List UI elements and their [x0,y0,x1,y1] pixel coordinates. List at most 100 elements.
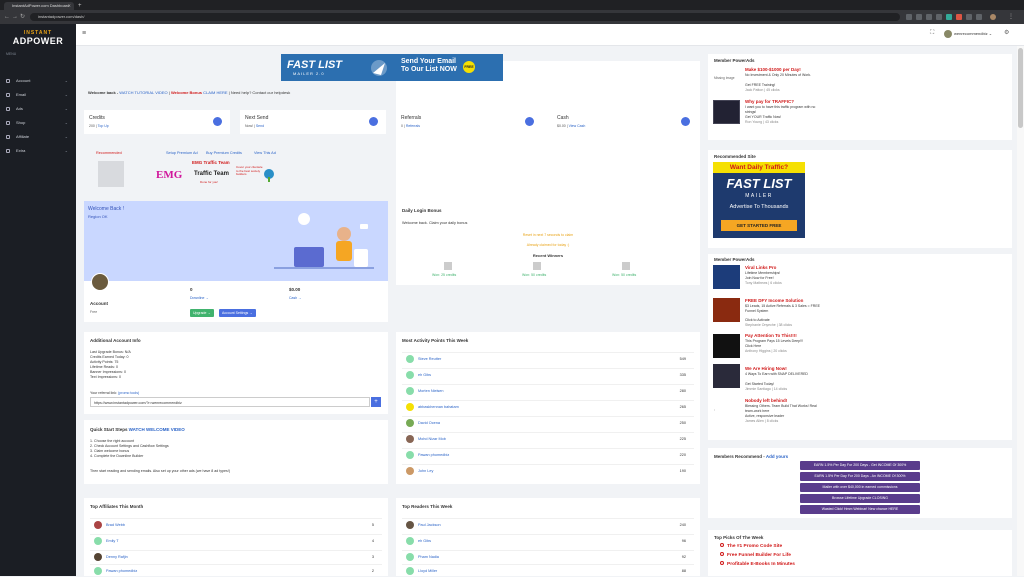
buy-premium-credits-link[interactable]: Buy Premium Credits [206,151,242,155]
extension-icon[interactable] [966,14,972,20]
powerad-image[interactable] [713,334,740,358]
promo-tools-link[interactable]: (promo tools) [118,391,139,395]
new-tab-icon[interactable]: + [78,2,82,10]
view-this-ad-link[interactable]: View This Ad [254,151,276,155]
sidebar-item-email[interactable]: Email ⌄ [0,89,76,101]
emg-ad-image[interactable]: EMG Traffic Team EMG Traffic Team Done f… [156,160,276,192]
helpdesk-link[interactable]: Need help? Contact our helpdesk [231,90,290,95]
profile-avatar[interactable] [91,273,109,291]
copy-link-button[interactable]: + [371,397,381,407]
member-name[interactable]: John Ley [418,465,433,477]
powerad-headline[interactable]: Nobody left behind! [745,398,787,403]
member-name[interactable]: eh Gibs [418,535,431,547]
member-name[interactable]: Pawan phomedbiz [106,565,137,577]
top-up-link[interactable]: Top Up [98,124,109,128]
close-tab-icon[interactable]: ✕ [68,2,71,10]
member-name[interactable]: eh Gibs [418,369,431,381]
profile-avatar-icon[interactable] [990,14,996,20]
member-name[interactable]: Pham Nadia [418,551,439,563]
send-link[interactable]: Send [256,124,264,128]
fullscreen-icon[interactable]: ⛶ [930,30,934,37]
top-pick-item[interactable]: Free Funnel Builder For Life [720,552,791,558]
member-name[interactable]: Pawan phomedbiz [418,449,449,461]
recommend-button[interactable]: EARN 1.5% Per Day For 200 Days - An INCO… [800,472,920,481]
extension-icon[interactable] [956,14,962,20]
member-name[interactable]: Brad Webb [106,519,125,531]
powerad-image[interactable] [713,298,740,322]
sidebar-item-label: Extra [16,148,26,153]
recommend-button[interactable]: Mailer with over $40,000 in earned commi… [800,483,920,492]
powerad-image[interactable] [713,100,740,124]
setup-premium-ad-link[interactable]: Setup Premium Ad [166,151,198,155]
sidebar-item-affiliate[interactable]: Affiliate ⌄ [0,131,76,143]
member-name[interactable]: Mohd Nizar Mob [418,433,446,445]
member-name[interactable]: Emily T [106,535,119,547]
downline-link[interactable]: Downline → [190,296,209,300]
extension-icon[interactable] [976,14,982,20]
view-cash-link[interactable]: View Cash [569,124,586,128]
extension-icon[interactable] [946,14,952,20]
member-name[interactable]: abbaskhennan bahatam [418,401,459,413]
tutorial-video-link[interactable]: WATCH TUTORIAL VIDEO [119,90,167,95]
member-name[interactable]: Morten Nielsen [418,385,444,397]
powerad-body: No Investment & Only 20 Minutes of Work. [745,73,812,77]
scrollbar[interactable] [1017,46,1024,576]
reload-icon[interactable]: ↻ [20,13,25,21]
powerad-headline[interactable]: Pay Attention To This!!!! [745,333,797,338]
recommend-button[interactable]: Wasted Click! Hmm Webinar! New chance HE… [800,505,920,514]
powerad-sub: Active, responsive leader [745,414,785,418]
more-menu-icon[interactable]: ⋮ [1008,13,1014,21]
address-bar[interactable]: instantadpower.com/dash/ [30,13,900,21]
settings-gear-icon[interactable]: ⚙ [1004,29,1009,36]
add-yours-link[interactable]: Add yours [766,454,788,459]
powerad-headline[interactable]: Make $100-$1000 per Day! [745,67,801,72]
chevron-down-icon: ⌄ [64,120,68,125]
sidebar-item-shop[interactable]: Shop ⌄ [0,117,76,129]
powerad-headline[interactable]: We Are Hiring Now! [745,366,787,371]
member-name[interactable]: Paul Jackson [418,519,441,531]
upgrade-button[interactable]: Upgrade → [190,309,214,317]
sidebar-item-dashboard[interactable]: Dashboard [396,61,700,213]
sidebar-item-ads[interactable]: Ads ⌄ [0,103,76,115]
claim-here-link[interactable]: CLAIM HERE [203,90,227,95]
referrals-link[interactable]: Referrals [406,124,420,128]
welcome-region: Region OK [88,214,108,219]
powerad-headline[interactable]: Viral Links Pro [745,265,776,270]
hamburger-menu-icon[interactable]: ≡ [82,30,86,37]
account-settings-button[interactable]: Account Settings → [219,309,256,317]
downline-count: 0 [190,287,193,292]
top-pick-item[interactable]: Profitable E-Books In Minutes [720,561,795,567]
browser-tab[interactable]: InstantAdPower.com Dashboard ✕ [4,2,74,10]
scrollbar-thumb[interactable] [1018,48,1023,128]
recommend-button[interactable]: EARN 1.5% Per Day For 200 Days - Get INC… [800,461,920,470]
credits-card: Credits 200 | Top Up [84,110,230,134]
extension-icon[interactable] [936,14,942,20]
extension-icon[interactable] [906,14,912,20]
fast-list-banner[interactable]: FAST LIST MAILER 2.0 Send Your Email To … [281,54,503,81]
powerad-image[interactable] [713,364,740,388]
member-name[interactable]: David Ocena [418,417,440,429]
logo[interactable]: INSTANT ADPOWER [10,30,66,50]
extension-icon[interactable] [916,14,922,20]
cash-link[interactable]: Cash → [289,296,302,300]
referral-link-field[interactable]: https://www.instantadpower.com/?r=wenrec… [90,397,370,407]
logo-main: ADPOWER [12,36,64,46]
member-name[interactable]: Denny Rafjin [106,551,128,563]
downline-label: Downline [190,296,205,300]
quick-title-row: Quick Start Steps WATCH WELCOME VIDEO [90,427,185,432]
top-pick-item[interactable]: The #1 Promo Code Site [720,543,782,549]
sidebar-item-extra[interactable]: Extra ⌄ [0,145,76,157]
member-name[interactable]: Lloyd Miller [418,565,437,577]
member-name[interactable]: Steve Reutter [418,353,441,365]
powerad-headline[interactable]: Why pay for TRAFFIC? [745,99,794,104]
user-menu[interactable]: wenrecommendbiz ⌄ [944,30,992,38]
forward-icon[interactable]: → [12,13,18,21]
extension-icon[interactable] [926,14,932,20]
recommend-button[interactable]: Browse Lifetime Upgrade CLOSING [800,494,920,503]
back-icon[interactable]: ← [4,13,10,21]
fast-list-ad[interactable]: Want Daily Traffic? FAST LIST MAILER Adv… [713,162,805,238]
welcome-video-link[interactable]: WATCH WELCOME VIDEO [129,427,185,432]
powerad-image[interactable] [713,265,740,289]
sidebar-item-account[interactable]: Account ⌄ [0,75,76,87]
powerad-headline[interactable]: FREE DFY Income Solution [745,298,803,303]
